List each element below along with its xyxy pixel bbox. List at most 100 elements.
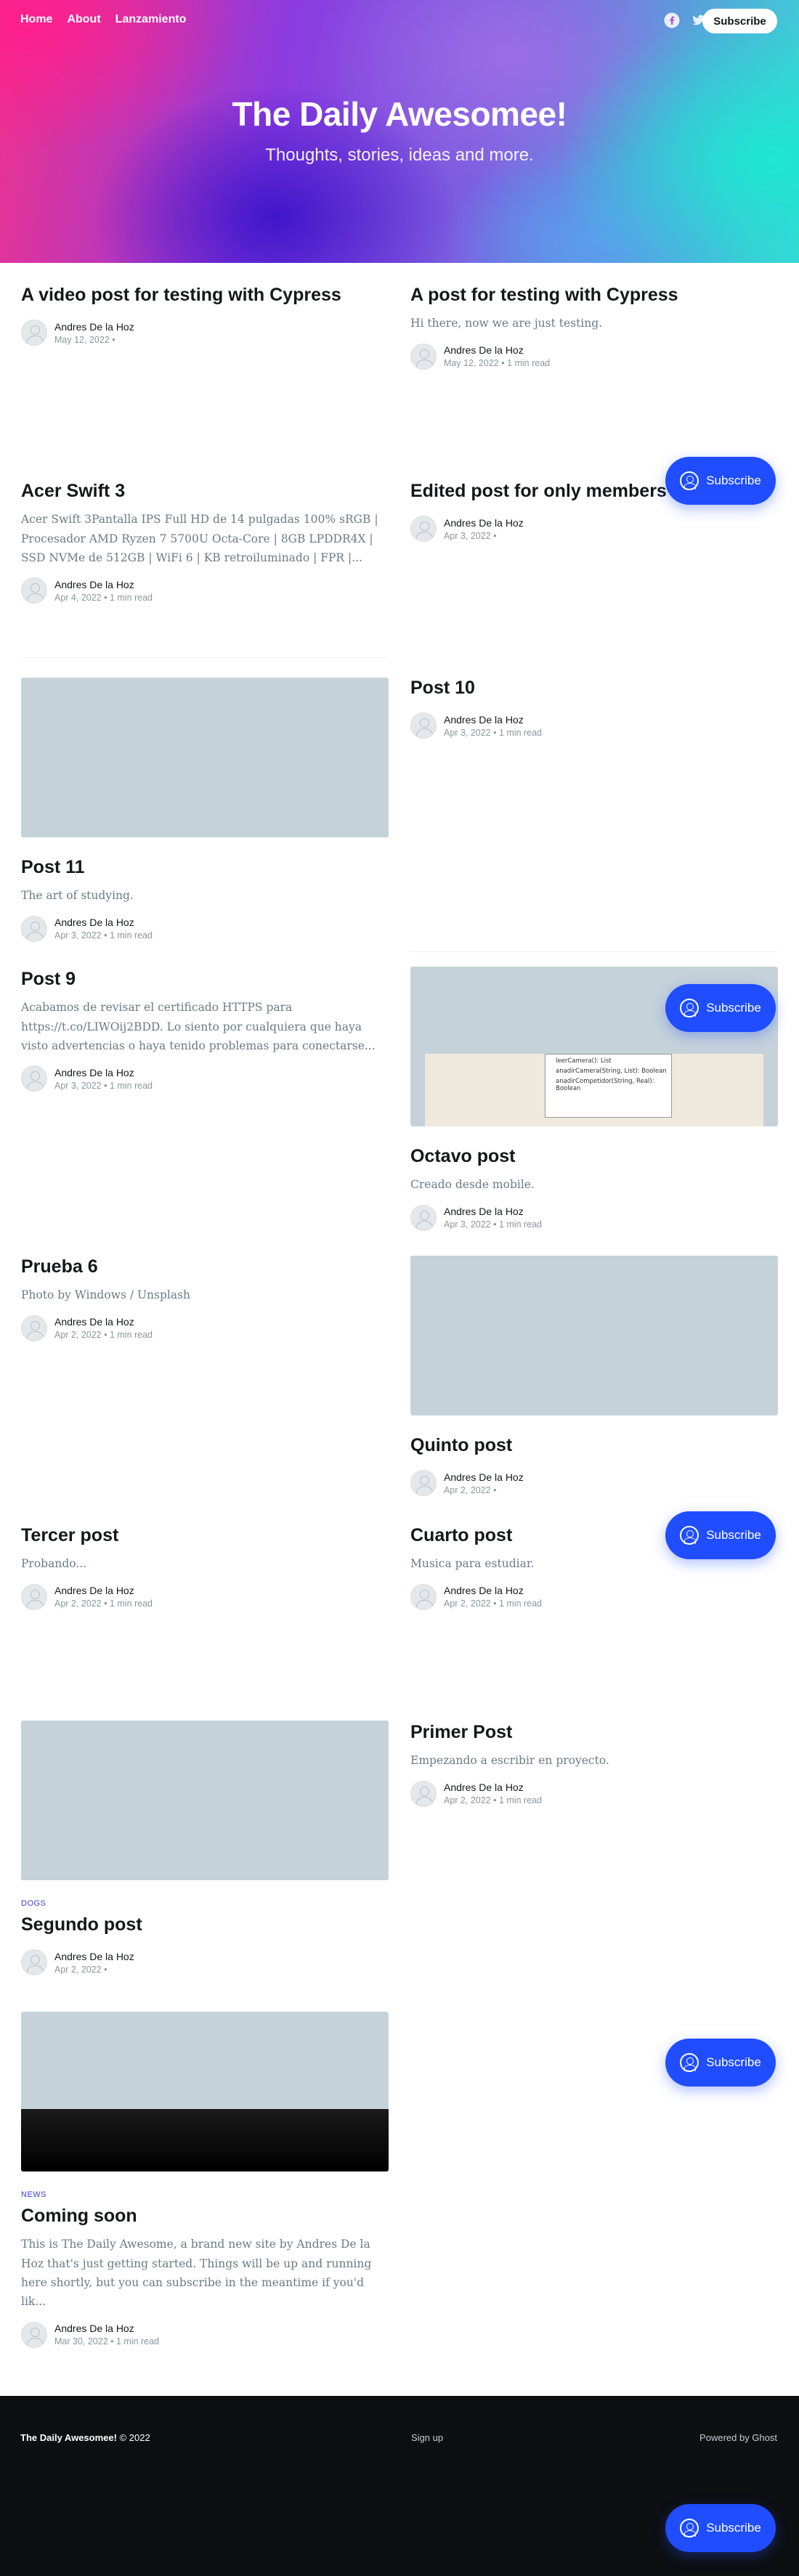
post-card[interactable]: Post 9 Acabamos de revisar el certificad… [21, 968, 389, 1092]
post-title[interactable]: Post 9 [21, 968, 389, 991]
post-author[interactable]: Andres De la Hoz [54, 321, 134, 333]
post-date: Apr 3, 2022 • 1 min read [444, 727, 543, 738]
post-author[interactable]: Andres De la Hoz [54, 2323, 159, 2334]
post-image[interactable] [21, 1720, 389, 1880]
floating-subscribe-button[interactable]: Subscribe [665, 2039, 776, 2087]
uml-method: anadirCamera(String, List): Boolean [556, 1068, 667, 1075]
post-excerpt: Empezando a escribir en proyecto. [410, 1754, 609, 1768]
post-author[interactable]: Andres De la Hoz [54, 917, 153, 928]
post-title[interactable]: A video post for testing with Cypress [21, 284, 389, 306]
avatar[interactable] [21, 2321, 47, 2348]
post-author[interactable]: Andres De la Hoz [444, 714, 542, 726]
avatar[interactable] [410, 516, 437, 543]
post-author[interactable]: Andres De la Hoz [444, 1585, 542, 1596]
header-subscribe-button[interactable]: Subscribe [702, 9, 777, 33]
post-card[interactable]: Post 10 Andres De la Hoz Apr 3, 2022 • 1 … [410, 677, 778, 739]
post-meta: Andres De la Hoz Apr 3, 2022 • 1 min read [410, 1204, 778, 1231]
post-author[interactable]: Andres De la Hoz [444, 1206, 542, 1217]
avatar[interactable] [410, 1470, 437, 1497]
post-meta: Andres De la Hoz Apr 2, 2022 • 1 min read [21, 1315, 389, 1341]
main-nav: Home About Lanzamiento [20, 13, 186, 26]
post-date: Apr 2, 2022 • 1 min read [54, 1598, 153, 1609]
post-author[interactable]: Andres De la Hoz [444, 1471, 524, 1483]
avatar[interactable] [21, 577, 47, 604]
post-card[interactable]: Tercer post Probando... Andres De la Hoz… [21, 1524, 389, 1610]
floating-subscribe-button[interactable]: Subscribe [665, 2504, 776, 2552]
facebook-icon[interactable] [664, 12, 680, 28]
post-excerpt: The art of studying. [21, 889, 134, 903]
avatar[interactable] [410, 712, 437, 739]
post-card[interactable]: Post 11 The art of studying. Andres De l… [21, 678, 389, 942]
post-tag[interactable]: NEWS [21, 2190, 389, 2199]
post-date: Apr 2, 2022 • [444, 1484, 497, 1495]
post-image[interactable] [21, 2012, 389, 2171]
post-author[interactable]: Andres De la Hoz [444, 517, 524, 529]
avatar[interactable] [21, 1583, 47, 1610]
post-card[interactable]: Prueba 6 Photo by Windows / Unsplash And… [21, 1256, 389, 1341]
post-title[interactable]: Prueba 6 [21, 1256, 389, 1278]
post-title[interactable]: Primer Post [410, 1721, 778, 1744]
post-meta: Andres De la Hoz May 12, 2022 • [21, 320, 389, 346]
floating-subscribe-label: Subscribe [706, 1528, 761, 1542]
post-image[interactable] [21, 678, 389, 837]
post-card[interactable]: A post for testing with Cypress Hi there… [410, 284, 778, 370]
avatar[interactable] [410, 343, 437, 370]
post-date: Apr 2, 2022 • [54, 1964, 108, 1975]
site-header: Home About Lanzamiento Subscribe The Dai… [0, 0, 799, 263]
post-card[interactable]: Acer Swift 3 Acer Swift 3Pantalla IPS Fu… [21, 480, 389, 604]
post-tag[interactable]: DOGS [21, 1899, 389, 1908]
avatar[interactable] [21, 320, 47, 346]
post-author[interactable]: Andres De la Hoz [54, 1316, 153, 1328]
avatar[interactable] [21, 1065, 47, 1092]
post-author[interactable]: Andres De la Hoz [54, 1067, 153, 1078]
post-date: Apr 2, 2022 • 1 min read [54, 1330, 153, 1341]
post-image[interactable] [410, 1256, 778, 1415]
post-excerpt: Acer Swift 3Pantalla IPS Full HD de 14 p… [21, 513, 378, 564]
avatar[interactable] [410, 1583, 437, 1610]
post-title[interactable]: Post 11 [21, 856, 389, 879]
post-author[interactable]: Andres De la Hoz [54, 579, 153, 590]
post-title[interactable]: Tercer post [21, 1524, 389, 1547]
avatar[interactable] [410, 1780, 437, 1807]
post-title[interactable]: Coming soon [21, 2205, 389, 2227]
nav-about[interactable]: About [67, 13, 100, 26]
footer-signup-link[interactable]: Sign up [411, 2432, 443, 2443]
post-title[interactable]: Segundo post [21, 1914, 389, 1936]
post-date: May 12, 2022 • [54, 334, 115, 345]
avatar[interactable] [21, 915, 47, 942]
floating-subscribe-button[interactable]: Subscribe [665, 984, 776, 1032]
post-meta: Andres De la Hoz Apr 3, 2022 • 1 min read [410, 712, 778, 739]
post-date: Apr 2, 2022 • 1 min read [444, 1795, 543, 1806]
post-author[interactable]: Andres De la Hoz [444, 1781, 542, 1793]
nav-home[interactable]: Home [20, 13, 52, 26]
post-meta: Andres De la Hoz Apr 2, 2022 • 1 min read [21, 1583, 389, 1610]
post-title[interactable]: Quinto post [410, 1434, 778, 1457]
post-card[interactable]: Quinto post Andres De la Hoz Apr 2, 2022 … [410, 1256, 778, 1497]
post-title[interactable]: Acer Swift 3 [21, 480, 389, 503]
avatar[interactable] [21, 1315, 47, 1341]
post-card[interactable]: NEWS Coming soon This is The Daily Aweso… [21, 2012, 389, 2348]
site-title: The Daily Awesomee! [232, 95, 567, 133]
post-date: Apr 3, 2022 • 1 min read [54, 1080, 153, 1091]
post-title[interactable]: Post 10 [410, 677, 778, 699]
footer-site-name[interactable]: The Daily Awesomee! [20, 2432, 117, 2443]
floating-subscribe-button[interactable]: Subscribe [665, 1511, 776, 1559]
footer-powered-by[interactable]: Powered by Ghost [699, 2432, 777, 2443]
post-author[interactable]: Andres De la Hoz [54, 1951, 134, 1962]
post-excerpt: Photo by Windows / Unsplash [21, 1288, 191, 1302]
post-title[interactable]: Octavo post [410, 1145, 778, 1168]
uml-method: anadirCompetidor(String, Real): Boolean [556, 1078, 654, 1092]
post-author[interactable]: Andres De la Hoz [54, 1585, 153, 1596]
avatar[interactable] [410, 1204, 437, 1231]
post-date: Apr 2, 2022 • 1 min read [444, 1598, 543, 1609]
nav-lanzamiento[interactable]: Lanzamiento [115, 13, 187, 26]
post-author[interactable]: Andres De la Hoz [444, 344, 550, 356]
post-meta: Andres De la Hoz Apr 3, 2022 • 1 min read [21, 1065, 389, 1092]
image-dark-area [21, 2109, 389, 2171]
avatar[interactable] [21, 1949, 47, 1976]
floating-subscribe-button[interactable]: Subscribe [665, 457, 776, 505]
post-card[interactable]: DOGS Segundo post Andres De la Hoz Apr 2,… [21, 1720, 389, 1976]
post-card[interactable]: A video post for testing with Cypress An… [21, 284, 389, 346]
post-title[interactable]: A post for testing with Cypress [410, 284, 778, 306]
post-card[interactable]: Primer Post Empezando a escribir en proy… [410, 1721, 778, 1807]
